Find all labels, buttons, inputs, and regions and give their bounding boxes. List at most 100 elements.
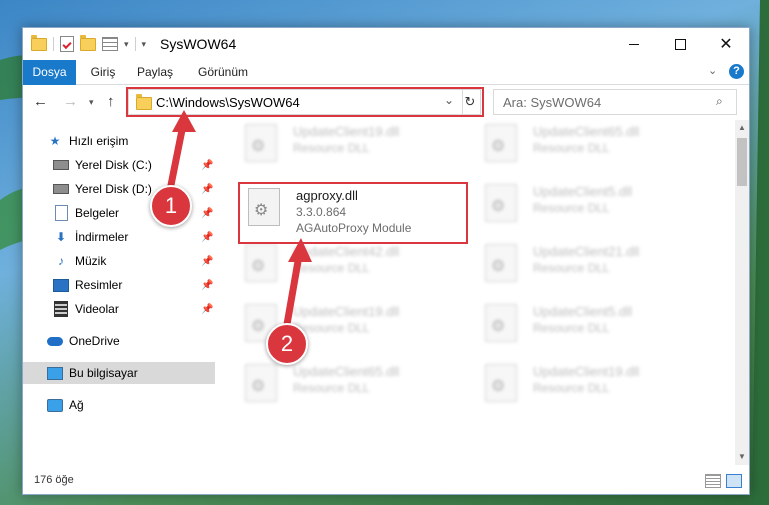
- gear-icon: ⚙: [491, 198, 506, 215]
- videos-icon: [53, 301, 69, 317]
- folder-icon: [136, 94, 152, 110]
- properties-icon[interactable]: [60, 36, 74, 52]
- list-item[interactable]: ⚙ UpdateClient65.dll Resource DLL: [481, 122, 711, 174]
- chevron-down-icon[interactable]: ▾: [124, 39, 129, 50]
- scroll-thumb[interactable]: [737, 138, 747, 186]
- divider: [53, 37, 54, 51]
- file-version: 3.3.0.864: [296, 205, 347, 219]
- sidebar-item-label: Videolar: [75, 302, 119, 316]
- pin-icon[interactable]: 📌: [201, 184, 213, 195]
- back-arrow-icon[interactable]: ←: [33, 93, 48, 110]
- large-icons-view-icon[interactable]: [726, 474, 742, 488]
- quick-access-toolbar: ▾ ▾: [31, 34, 147, 52]
- sidebar-item-label: Belgeler: [75, 206, 120, 220]
- file-description: Resource DLL: [533, 141, 610, 155]
- sidebar-item-label: OneDrive: [69, 334, 120, 348]
- list-item[interactable]: ⚙ UpdateClient42.dll Resource DLL: [241, 242, 471, 294]
- file-name: UpdateClient65.dll: [293, 364, 400, 379]
- view-icon[interactable]: [102, 37, 118, 51]
- tab-view[interactable]: Görünüm: [193, 60, 253, 84]
- address-path[interactable]: C:\Windows\SysWOW64: [156, 95, 300, 110]
- sidebar-item-label: Hızlı erişim: [69, 134, 129, 148]
- minimize-icon: [629, 43, 639, 45]
- recent-locations-icon[interactable]: ▾: [89, 97, 94, 108]
- minimize-button[interactable]: [611, 28, 657, 60]
- maximize-button[interactable]: [657, 28, 703, 60]
- refresh-icon[interactable]: ↻: [460, 89, 481, 115]
- file-name: UpdateClient19.dll: [293, 124, 400, 139]
- address-bar[interactable]: C:\Windows\SysWOW64 ⌄: [128, 89, 463, 115]
- search-icon[interactable]: ⌕: [716, 94, 723, 109]
- file-description: Resource DLL: [533, 321, 610, 335]
- pin-icon[interactable]: 📌: [201, 304, 213, 315]
- gear-icon: ⚙: [491, 258, 506, 275]
- pin-icon[interactable]: 📌: [201, 256, 213, 267]
- up-arrow-icon[interactable]: ↑: [107, 93, 115, 110]
- sidebar-item-videos[interactable]: Videolar 📌: [53, 298, 215, 320]
- list-item[interactable]: ⚙ UpdateClient5.dll Resource DLL: [481, 182, 711, 234]
- sidebar-item-label: Bu bilgisayar: [69, 366, 138, 380]
- gear-icon: ⚙: [491, 318, 506, 335]
- list-item[interactable]: ⚙ UpdateClient65.dll Resource DLL: [241, 362, 471, 414]
- file-description: Resource DLL: [293, 261, 370, 275]
- ribbon-tabs: Dosya Giriş Paylaş Görünüm ⌄ ?: [23, 60, 749, 112]
- gear-icon: ⚙: [251, 258, 266, 275]
- featured-file-item[interactable]: ⚙ agproxy.dll 3.3.0.864 AGAutoProxy Modu…: [244, 186, 474, 238]
- sidebar-item-label: Müzik: [75, 254, 107, 268]
- new-folder-icon[interactable]: [80, 34, 96, 51]
- sidebar-item-music[interactable]: ♪ Müzik 📌: [53, 250, 215, 272]
- list-item[interactable]: ⚙ UpdateClient21.dll Resource DLL: [481, 242, 711, 294]
- sidebar-item-disk-c[interactable]: Yerel Disk (C:) 📌: [53, 154, 215, 176]
- gear-icon: ⚙: [251, 378, 266, 395]
- sidebar-item-onedrive[interactable]: OneDrive: [47, 330, 215, 352]
- computer-icon: [47, 366, 63, 380]
- details-view-icon[interactable]: [705, 474, 721, 488]
- file-name: UpdateClient19.dll: [293, 304, 400, 319]
- scroll-up-icon[interactable]: ▲: [738, 123, 746, 132]
- chevron-down-icon[interactable]: ⌄: [444, 93, 454, 107]
- file-name: UpdateClient42.dll: [293, 244, 400, 259]
- sidebar-item-network[interactable]: Ağ: [47, 394, 215, 416]
- file-name: UpdateClient65.dll: [533, 124, 640, 139]
- tab-share[interactable]: Paylaş: [135, 60, 175, 84]
- gear-icon: ⚙: [491, 378, 506, 395]
- sidebar-item-label: Ağ: [69, 398, 84, 412]
- file-description: AGAutoProxy Module: [296, 221, 412, 235]
- star-icon: ★: [49, 134, 61, 148]
- file-description: Resource DLL: [533, 201, 610, 215]
- pin-icon[interactable]: 📌: [201, 208, 213, 219]
- scroll-down-icon[interactable]: ▼: [738, 452, 746, 461]
- help-icon[interactable]: ?: [729, 64, 744, 79]
- list-item[interactable]: ⚙ UpdateClient5.dll Resource DLL: [481, 302, 711, 354]
- close-button[interactable]: ✕: [703, 28, 749, 60]
- file-list: ⚙ UpdateClient19.dll Resource DLL ⚙ Upda…: [216, 120, 734, 465]
- sidebar-item-label: Resimler: [75, 278, 123, 292]
- sidebar-item-label: Yerel Disk (C:): [75, 158, 152, 172]
- forward-arrow-icon[interactable]: →: [63, 93, 78, 110]
- file-name: UpdateClient5.dll: [533, 184, 633, 199]
- step-badge-1: 1: [150, 185, 192, 227]
- file-description: Resource DLL: [293, 141, 370, 155]
- tab-home[interactable]: Giriş: [85, 60, 121, 84]
- pin-icon[interactable]: 📌: [201, 232, 213, 243]
- vertical-scrollbar[interactable]: ▲ ▼: [735, 120, 749, 465]
- step-badge-2: 2: [266, 323, 308, 365]
- sidebar-item-quick-access[interactable]: ★ Hızlı erişim: [47, 130, 215, 152]
- status-bar: 176 öğe: [23, 468, 749, 494]
- expand-ribbon-icon[interactable]: ⌄: [708, 64, 717, 77]
- sidebar-item-this-pc[interactable]: Bu bilgisayar: [23, 362, 215, 384]
- file-name: UpdateClient5.dll: [533, 304, 633, 319]
- pin-icon[interactable]: 📌: [201, 280, 213, 291]
- search-input[interactable]: Ara: SysWOW64 ⌕: [493, 89, 737, 115]
- file-description: Resource DLL: [293, 381, 370, 395]
- pin-icon[interactable]: 📌: [201, 160, 213, 171]
- list-item[interactable]: ⚙ UpdateClient19.dll Resource DLL: [481, 362, 711, 414]
- gear-icon: ⚙: [491, 138, 506, 155]
- navigation-pane: ★ Hızlı erişim Yerel Disk (C:) 📌 Yerel D…: [23, 120, 215, 465]
- sidebar-item-disk-d[interactable]: Yerel Disk (D:) 📌: [53, 178, 215, 200]
- sidebar-item-downloads[interactable]: ⬇ İndirmeler 📌: [53, 226, 215, 248]
- list-item[interactable]: ⚙ UpdateClient19.dll Resource DLL: [241, 122, 471, 174]
- sidebar-item-pictures[interactable]: Resimler 📌: [53, 274, 215, 296]
- folder-icon[interactable]: [31, 34, 47, 51]
- customize-toolbar-icon[interactable]: ▾: [142, 39, 147, 50]
